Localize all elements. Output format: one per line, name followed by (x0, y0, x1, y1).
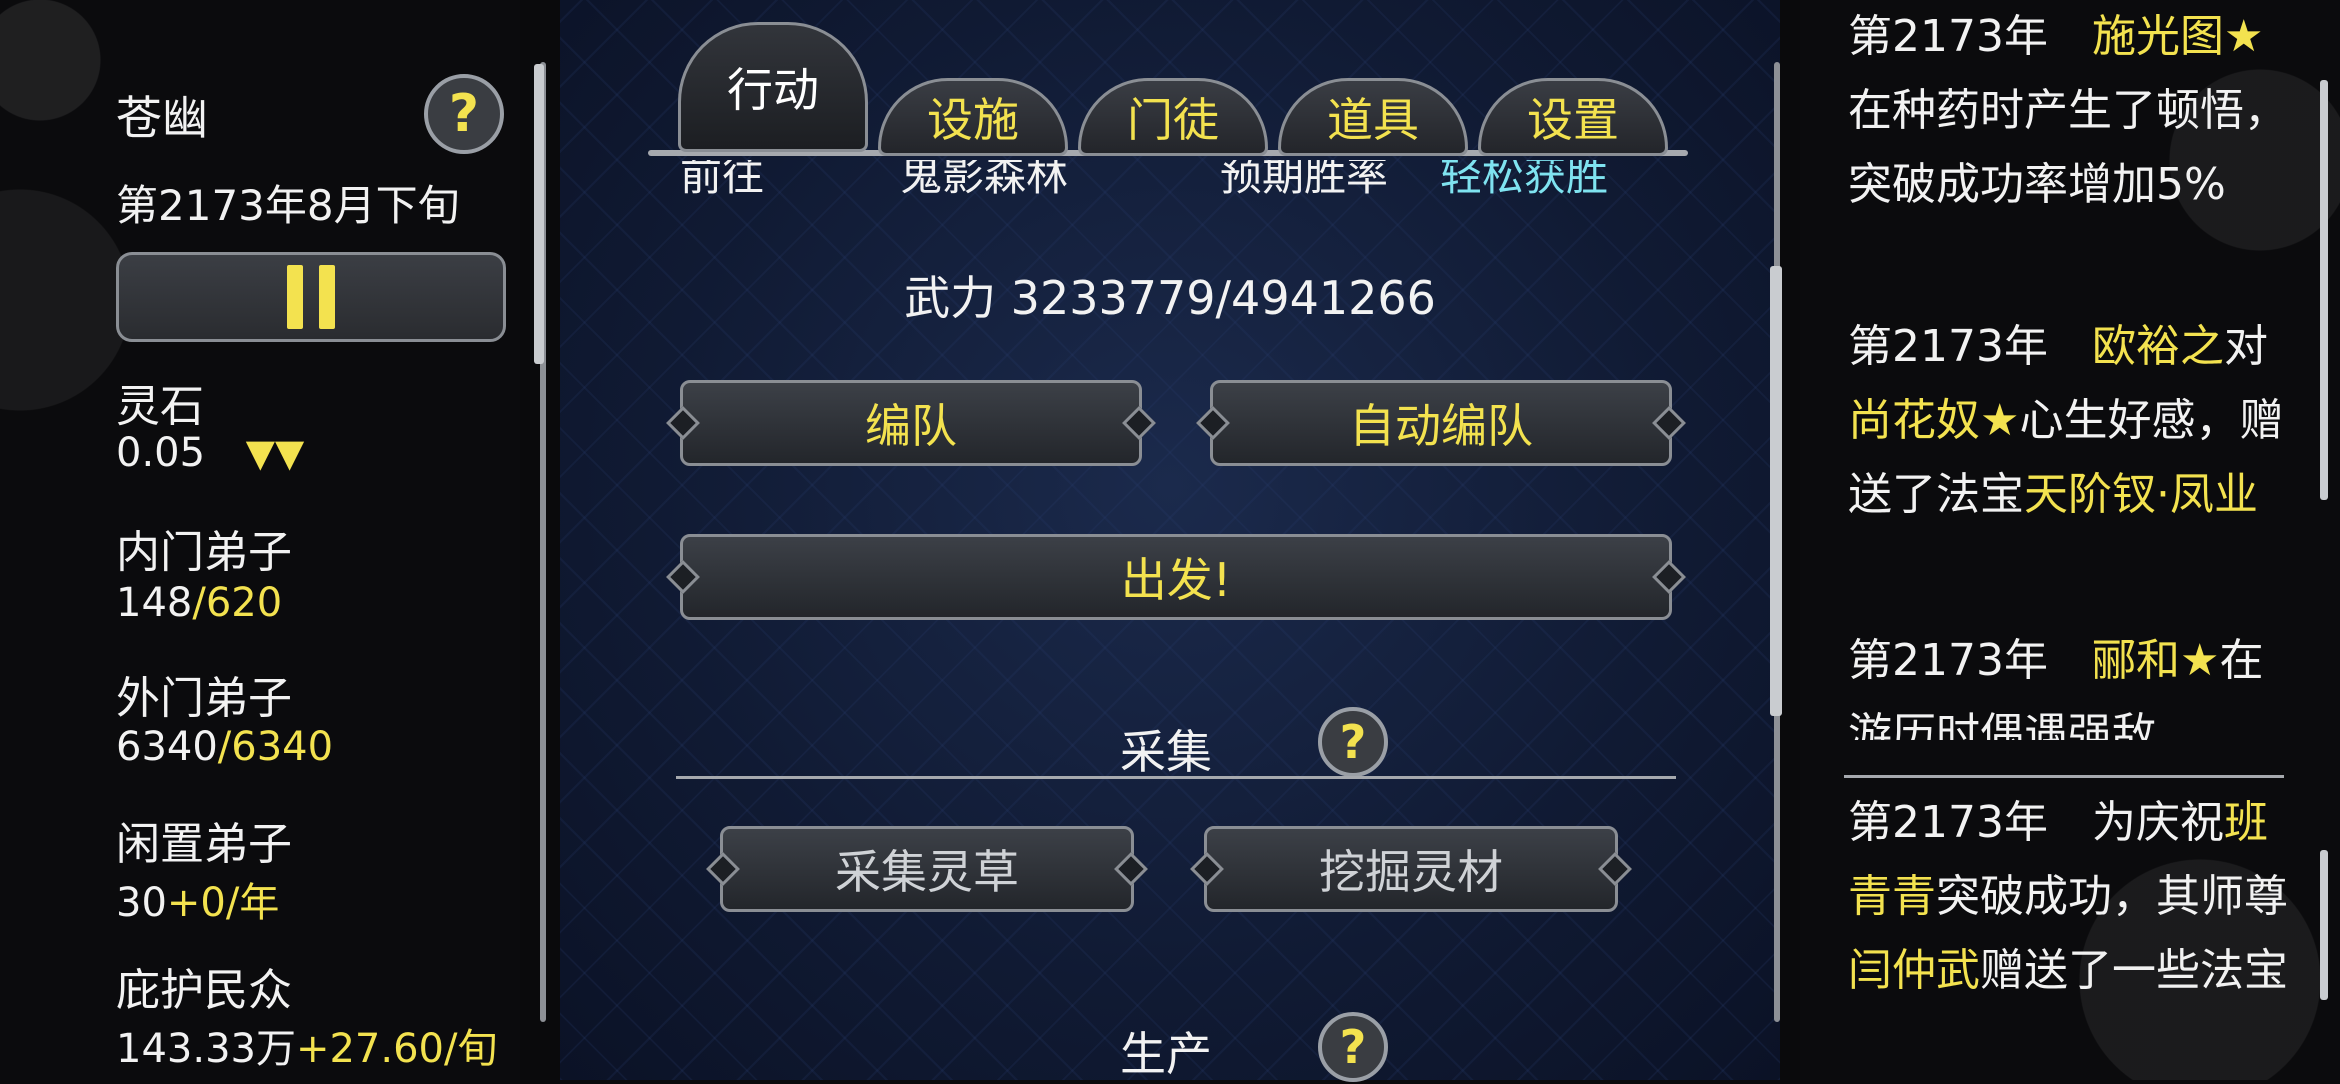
log-item: 天阶钗·凤业 (2024, 469, 2258, 520)
gather-help-icon[interactable]: ? (1318, 707, 1388, 777)
protected-people-rate: +27.60/旬 (295, 1026, 498, 1072)
log-year: 第2173年 (1848, 635, 2048, 686)
log-text: 为庆祝 (2091, 797, 2224, 848)
tab-facilities[interactable]: 设施 (878, 78, 1068, 156)
outer-disciples-max: /6340 (217, 724, 334, 770)
log-name: 郦和★ (2091, 635, 2220, 686)
dig-materials-button[interactable]: 挖掘灵材 (1204, 826, 1618, 912)
depart-button[interactable]: 出发! (680, 534, 1672, 620)
log-divider (1844, 775, 2284, 778)
log-entry: 第2173年 郦和★在游历时偶遇强敌 (1848, 624, 2296, 740)
game-date: 第2173年8月下旬 (116, 181, 460, 230)
expected-win-label: 预期胜率 (1220, 160, 1389, 200)
goto-label: 前往 (680, 160, 765, 200)
inner-disciples-label: 内门弟子 (116, 527, 292, 578)
log-text: 对 (2223, 321, 2268, 372)
expected-win-value: 轻松获胜 (1440, 160, 1609, 200)
log-scrollbar-lower[interactable] (2320, 850, 2328, 1000)
log-year: 第2173年 (1848, 11, 2048, 62)
log-name: 闫仲武 (1848, 945, 1980, 996)
log-entry: 第2173年 为庆祝班青青突破成功，其师尊闫仲武赠送了一些法宝 (1848, 786, 2296, 1008)
sect-help-icon[interactable]: ? (424, 74, 504, 154)
left-scrollbar-thumb[interactable] (534, 64, 544, 364)
produce-section-title: 生产 (1120, 1027, 1212, 1081)
log-year: 第2173年 (1848, 321, 2048, 372)
auto-formation-button[interactable]: 自动编队 (1210, 380, 1672, 466)
log-name: 尚花奴★ (1848, 395, 2020, 446)
spirit-stone-value: 0.05 (116, 430, 206, 476)
tab-action[interactable]: 行动 (678, 22, 868, 152)
decrease-trend-icon: ▼▼ (245, 431, 305, 475)
event-log-panel: 第2173年 施光图★ 在种药时产生了顿悟，突破成功率增加5% 第2173年 欧裕… (1800, 0, 2340, 1080)
tab-settings[interactable]: 设置 (1478, 78, 1668, 156)
action-panel: 行动 设施 门徒 道具 设置 前往 鬼影森林 预期胜率 轻松获胜 武力 3233… (560, 0, 1782, 1082)
log-name: 施光图★ (2091, 11, 2264, 62)
sect-status-panel: 苍幽 ? 第2173年8月下旬 灵石 0.05 ▼▼ 内门弟子 148/620 … (0, 0, 546, 1080)
protected-people-label: 庇护民众 (116, 965, 292, 1016)
log-text: 突破成功，其师尊 (1936, 871, 2288, 922)
pause-button[interactable] (116, 252, 506, 342)
idle-disciples-count: 30 (116, 880, 167, 926)
gather-herbs-button[interactable]: 采集灵草 (720, 826, 1134, 912)
log-text: 在种药时产生了顿悟，突破成功率增加5% (1848, 85, 2288, 210)
outer-disciples-count: 6340 (116, 724, 218, 770)
protected-people-count: 143.33万 (116, 1026, 296, 1072)
spirit-stone-label: 灵石 (116, 381, 204, 432)
log-scrollbar[interactable] (2320, 80, 2328, 500)
tab-items[interactable]: 道具 (1278, 78, 1468, 156)
inner-disciples-count: 148 (116, 580, 193, 626)
gather-divider (676, 776, 1676, 779)
idle-disciples-label: 闲置弟子 (116, 819, 292, 870)
tab-disciples[interactable]: 门徒 (1078, 78, 1268, 156)
idle-disciples-rate: +0/年 (166, 880, 280, 926)
log-entry: 第2173年 施光图★ 在种药时产生了顿悟，突破成功率增加5% (1848, 0, 2296, 222)
sect-name: 苍幽 (116, 91, 208, 145)
log-year: 第2173年 (1848, 797, 2048, 848)
inner-disciples-max: /620 (192, 580, 283, 626)
log-entry: 第2173年 欧裕之对尚花奴★心生好感，赠送了法宝天阶钗·凤业 (1848, 310, 2296, 532)
log-text: 赠送了一些法宝 (1980, 945, 2288, 996)
gather-section-title: 采集 (1120, 725, 1212, 779)
pause-icon (287, 265, 303, 329)
outer-disciples-label: 外门弟子 (116, 673, 292, 724)
team-power: 武力 3233779/4941266 (904, 271, 1436, 325)
produce-help-icon[interactable]: ? (1318, 1012, 1388, 1082)
formation-button[interactable]: 编队 (680, 380, 1142, 466)
expedition-target-row: 前往 鬼影森林 预期胜率 轻松获胜 (680, 160, 1660, 206)
center-scrollbar-thumb[interactable] (1770, 266, 1782, 716)
log-name: 欧裕之 (2091, 321, 2224, 372)
destination-select[interactable]: 鬼影森林 (900, 160, 1068, 203)
